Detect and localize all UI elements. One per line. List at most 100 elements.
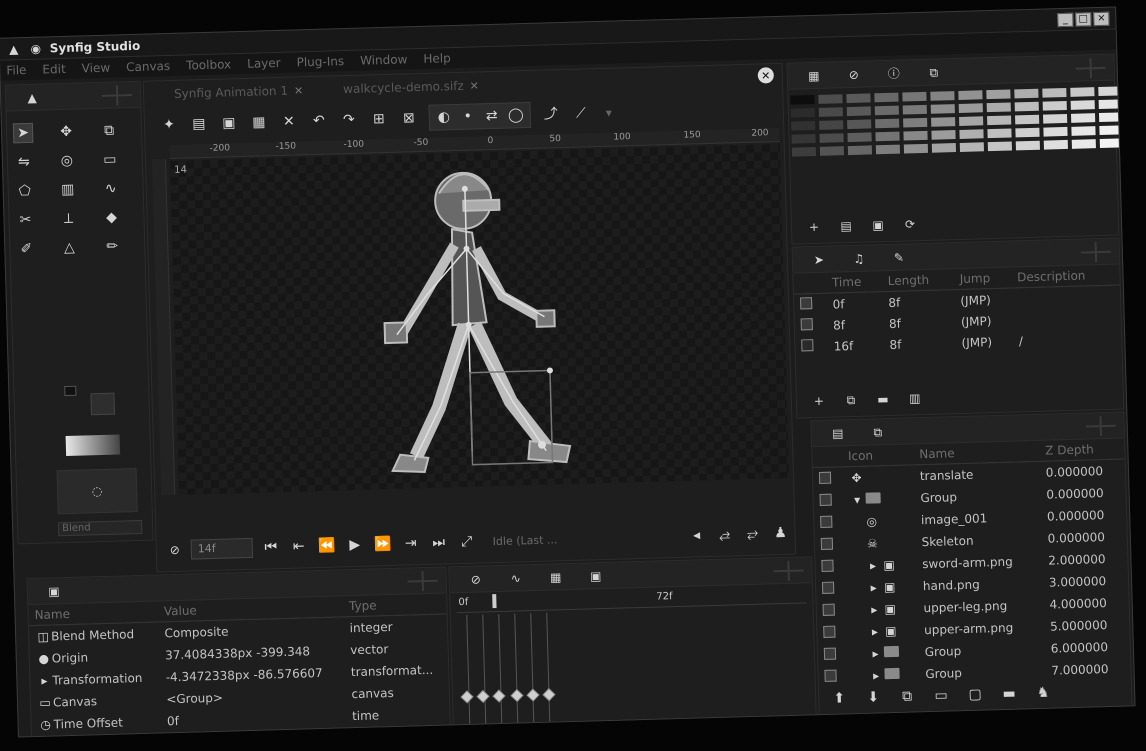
redo-icon[interactable]: ↷	[339, 110, 360, 131]
vertex-handles-icon[interactable]: •	[458, 106, 479, 127]
keyframe-description[interactable]	[1012, 307, 1121, 331]
palette-swatch[interactable]	[1099, 125, 1124, 136]
palette-swatch[interactable]	[930, 91, 955, 101]
duplicate-layer-icon[interactable]: ⧉	[897, 686, 918, 707]
palette-swatch[interactable]	[903, 130, 928, 141]
menu-file[interactable]: File	[6, 63, 26, 78]
palette-swatch[interactable]	[902, 104, 927, 115]
palette-swatch[interactable]	[959, 129, 984, 139]
brush-size-preview[interactable]: ◌	[56, 468, 138, 515]
seek-prev-frame-icon[interactable]: ⏪	[316, 536, 337, 557]
show-grid-icon[interactable]: ⊞	[369, 109, 390, 130]
palette-swatch[interactable]	[986, 89, 1011, 100]
palette-swatch[interactable]	[931, 130, 956, 140]
column-z-depth[interactable]: Z Depth	[1038, 438, 1125, 462]
layers-tab-icon[interactable]: ▤	[830, 425, 846, 441]
layer-visibility-checkbox[interactable]	[820, 515, 833, 528]
menu-canvas[interactable]: Canvas	[126, 59, 170, 74]
current-frame-field[interactable]: 14f	[190, 537, 254, 560]
palette-swatch[interactable]	[987, 115, 1012, 126]
palette-swatch[interactable]	[1042, 113, 1068, 124]
layer-visibility-checkbox[interactable]	[823, 625, 836, 638]
panel-grip-icon[interactable]	[102, 85, 133, 106]
width-tool-icon[interactable]: ⟂	[58, 209, 79, 230]
time-cursor[interactable]	[492, 594, 497, 609]
palette-swatch[interactable]	[1042, 100, 1067, 111]
add-color-icon[interactable]: +	[806, 219, 822, 235]
expand-arrow-icon[interactable]: ▸	[868, 667, 884, 683]
palette-swatch[interactable]	[1099, 138, 1124, 149]
palette-swatch[interactable]	[790, 94, 815, 105]
duplicate-keyframe-icon[interactable]: ⧉	[843, 392, 859, 408]
palette-swatch[interactable]	[902, 91, 927, 102]
tab-walkcycle-demo[interactable]: walkcycle-demo.sifz ✕	[343, 78, 479, 96]
palette-swatch[interactable]	[931, 117, 956, 127]
seek-next-frame-icon[interactable]: ⏩	[372, 534, 393, 555]
column-jump[interactable]: Jump	[953, 267, 1012, 290]
library-tab-icon[interactable]: ⧉	[926, 64, 942, 80]
panel-grip-icon[interactable]	[1085, 416, 1116, 437]
panel-grip-icon[interactable]	[773, 560, 804, 581]
sets-tab-icon[interactable]: ⧉	[870, 424, 886, 440]
palette-swatch[interactable]	[846, 106, 871, 117]
set-layer-description-icon[interactable]: ♞	[1033, 683, 1054, 704]
encapsulate-switch-icon[interactable]: ▢	[965, 684, 986, 705]
palette-swatch[interactable]	[846, 93, 871, 104]
close-tab-icon[interactable]: ✕	[294, 84, 304, 97]
palette-swatch[interactable]	[790, 107, 815, 118]
palette-swatch[interactable]	[819, 133, 844, 143]
lower-layer-icon[interactable]: ⬇	[863, 687, 884, 708]
palette-swatch[interactable]	[1098, 99, 1123, 110]
menu-view[interactable]: View	[81, 61, 110, 76]
delete-layer-icon[interactable]: ▬	[999, 684, 1020, 705]
undo-icon[interactable]: ↶	[309, 111, 330, 132]
play-icon[interactable]: ▶	[344, 535, 365, 556]
close-window-button[interactable]: ×	[1093, 11, 1110, 26]
open-palette-icon[interactable]: ▤	[838, 218, 854, 234]
prev-keyframe-icon[interactable]: ⇤	[288, 536, 309, 557]
palette-swatch[interactable]	[986, 102, 1011, 113]
group-layer-icon[interactable]: ▭	[931, 685, 952, 706]
palette-swatch[interactable]	[1015, 127, 1040, 138]
expand-arrow-icon[interactable]: ▸	[865, 557, 881, 573]
palette-swatch[interactable]	[958, 103, 983, 113]
palette-swatch[interactable]	[818, 107, 843, 117]
waypoint-track[interactable]	[457, 605, 812, 725]
palette-swatch[interactable]	[791, 120, 816, 131]
menu-window[interactable]: Window	[360, 52, 408, 67]
cancel-render-icon[interactable]: ✕	[279, 111, 300, 132]
future-keyframe-icon[interactable]: ⥂	[742, 524, 763, 545]
palette-swatch[interactable]	[903, 117, 928, 128]
palette-swatch[interactable]	[875, 131, 900, 142]
collapse-arrow-icon[interactable]: ▾	[849, 492, 865, 508]
layer-visibility-checkbox[interactable]	[821, 581, 835, 594]
palette-swatch[interactable]	[1071, 126, 1096, 136]
keyframe-description[interactable]	[1011, 285, 1120, 310]
palette-swatch[interactable]	[847, 119, 872, 130]
info-tab-icon[interactable]: ⓘ	[886, 65, 902, 81]
default-gradient[interactable]	[65, 434, 121, 457]
sound-tab-icon[interactable]: ♫	[851, 250, 867, 266]
expand-arrow-icon[interactable]: ▸	[866, 601, 882, 617]
meta-data-tab-icon[interactable]: ✎	[891, 249, 907, 265]
layer-visibility-checkbox[interactable]	[823, 647, 837, 660]
cutout-tool-icon[interactable]: ✂	[15, 210, 36, 231]
layer-visibility-checkbox[interactable]	[822, 603, 835, 616]
menu-help[interactable]: Help	[423, 51, 451, 66]
chevron-down-icon[interactable]: ▾	[601, 105, 617, 121]
panel-grip-icon[interactable]	[1075, 58, 1106, 79]
palette-swatch[interactable]	[1098, 112, 1124, 123]
palette-swatch[interactable]	[959, 116, 984, 126]
keyframe-jump[interactable]: (JMP)	[955, 310, 1013, 333]
navigator-tab-icon[interactable]: ⊘	[846, 66, 862, 82]
scale-tool-icon[interactable]: ⧉	[99, 120, 120, 141]
keyframes-tab-icon[interactable]: ➤	[811, 251, 827, 267]
window-menu-icon[interactable]: ◉	[28, 40, 44, 56]
add-keyframe-icon[interactable]: +	[811, 393, 827, 409]
timetrack-tab-icon[interactable]: ⊘	[468, 571, 484, 587]
past-keyframe-icon[interactable]: ⥄	[714, 524, 735, 545]
column-icon[interactable]: Icon	[841, 444, 914, 467]
palette-swatch[interactable]	[1070, 100, 1095, 110]
palette-swatch[interactable]	[930, 104, 955, 114]
menu-layer[interactable]: Layer	[247, 56, 281, 71]
